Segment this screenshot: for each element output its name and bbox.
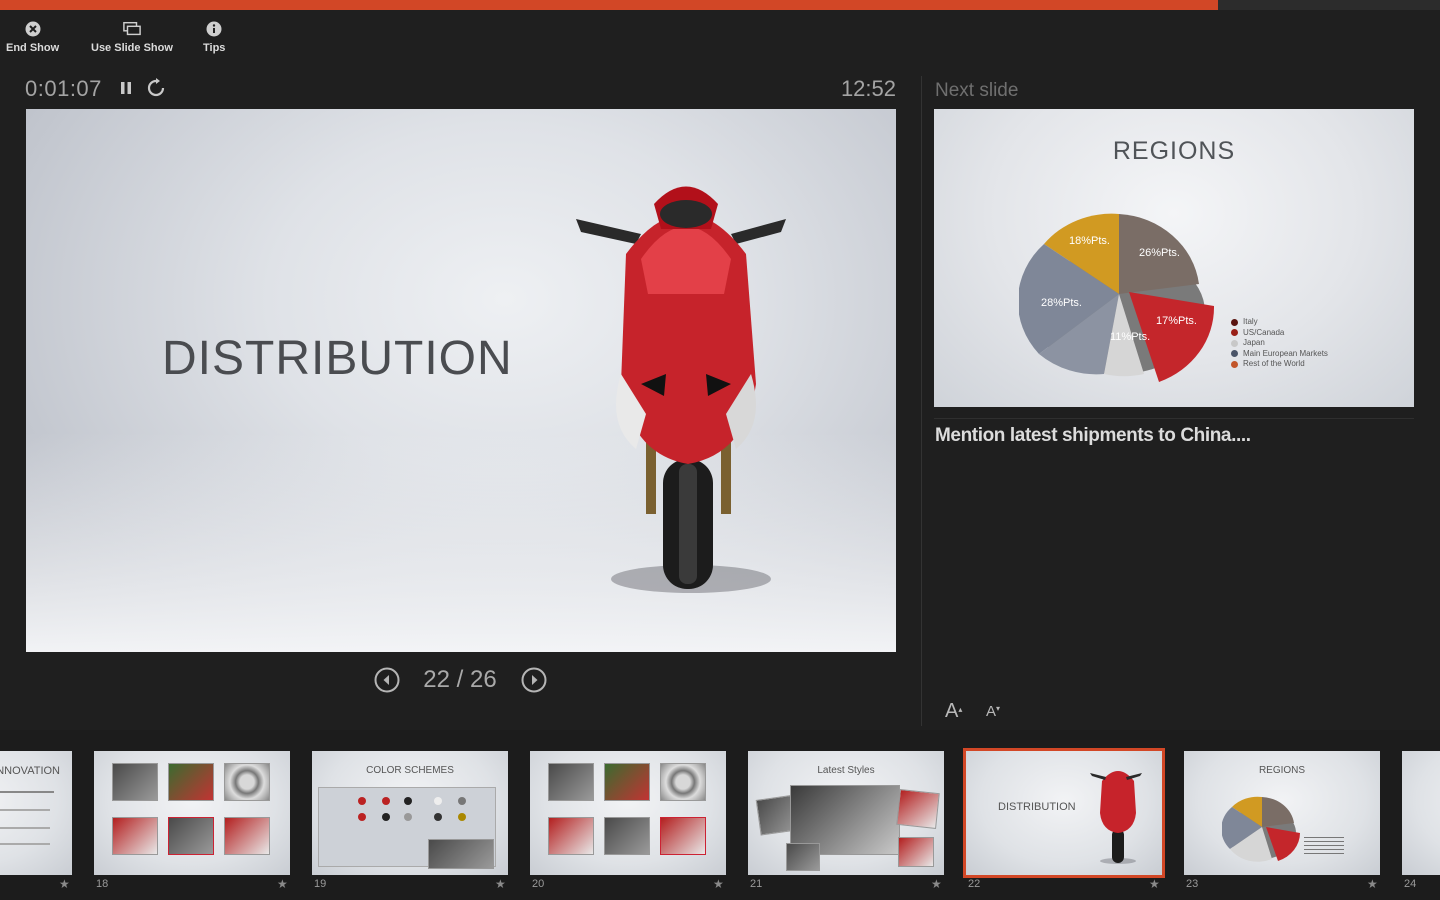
clock-time: 12:52 [840,76,896,101]
legend-item: Japan [1231,338,1328,349]
slide-thumbnail-strip: NNOVATION ★ 18 ★ COLOR SCHEMES 19 ★ 20 ★… [0,730,1440,900]
notes-divider [934,418,1414,419]
legend-swatch [1231,360,1238,368]
regions-pie-chart: 18%Pts. 26%Pts. 28%Pts. 11%Pts. 17%Pts. [1019,213,1215,382]
next-slide-button[interactable] [521,667,547,693]
legend-label: Japan [1243,338,1265,347]
current-slide[interactable]: DISTRIBUTION [26,109,896,652]
thumbnail-number: 21 [750,878,763,890]
caret-down-icon: ▾ [996,704,1001,713]
legend-label: Main European Markets [1243,348,1328,358]
use-slide-show-button[interactable]: Use Slide Show [91,10,173,66]
thumbnail-title: COLOR SCHEMES [366,765,454,776]
speaker-notes: Mention latest shipments to China.... [935,425,1251,446]
end-show-label: End Show [6,42,60,54]
end-show-button[interactable]: End Show [6,10,59,66]
chevron-right-circle-icon [521,667,547,693]
star-icon: ★ [59,877,70,891]
star-icon: ★ [495,877,506,891]
pie-legend: Italy US/Canada Japan Main European Mark… [1231,317,1328,370]
pie-label-3: 28%Pts. [1041,297,1082,309]
star-icon: ★ [713,877,724,891]
thumbnail-number: 22 [968,878,981,890]
slideshow-progress-fill [0,0,1219,10]
thumbnail-title: Latest Styles [817,765,875,776]
motorcycle-image [576,186,786,593]
slide-thumbnail[interactable]: REGIONS [1184,751,1380,875]
legend-item: Italy [1231,317,1328,328]
thumbnail-number: 24 [1404,878,1417,890]
pie-label-2: 26%Pts. [1139,247,1180,259]
slide-thumbnail[interactable] [94,751,290,875]
tips-label: Tips [203,42,226,54]
legend-swatch [1231,329,1238,337]
star-icon: ★ [1149,877,1160,891]
pie-label-4: 11%Pts. [1110,331,1150,343]
slide-thumbnail[interactable]: Latest Styles [748,751,944,875]
info-icon [205,20,223,38]
slide-thumbnail[interactable]: COLOR SCHEMES [312,751,508,875]
thumbnail-number: 19 [314,878,327,890]
close-circle-icon [24,20,42,38]
increase-font-button[interactable]: A▴ [945,700,962,723]
legend-swatch [1231,318,1238,326]
current-slide-title: DISTRIBUTION [162,332,513,385]
next-slide-title: REGIONS [1112,137,1236,165]
pie-label-1: 18%Pts. [1069,235,1110,247]
thumbnail-title: REGIONS [1258,765,1306,776]
display-screens-icon [123,20,141,38]
chevron-left-circle-icon [374,667,400,693]
pause-icon[interactable] [118,80,134,96]
thumbnail-title: DISTRIBUTION [998,801,1076,813]
legend-label: Rest of the World [1243,359,1305,368]
slideshow-progress-track [0,0,1440,10]
slide-thumbnail[interactable] [530,751,726,875]
use-slide-show-label: Use Slide Show [91,42,173,54]
star-icon: ★ [1367,877,1378,891]
panel-divider [921,76,922,726]
slide-thumbnail[interactable] [1402,751,1440,875]
next-slide-label: Next slide [935,80,1019,101]
legend-swatch [1231,339,1238,347]
decrease-font-button[interactable]: A▾ [986,703,1000,720]
slide-thumbnail[interactable]: NNOVATION [0,751,72,875]
legend-swatch [1231,350,1238,358]
thumbnail-number: 18 [96,878,109,890]
legend-item: Main European Markets [1231,349,1328,360]
thumbnail-number: 23 [1186,878,1199,890]
slide-thumbnail-current[interactable]: DISTRIBUTION [963,748,1165,878]
thumbnail-number: 20 [532,878,545,890]
legend-item: Rest of the World [1231,359,1328,370]
star-icon: ★ [277,877,288,891]
reset-timer-icon[interactable] [146,78,166,98]
thumbnail-title: NNOVATION [0,765,60,777]
legend-label: Italy [1243,317,1258,326]
caret-up-icon: ▴ [958,705,963,714]
next-slide-preview[interactable]: REGIONS 18%Pts. 26%Pts. 28%Pts. 11%Pts. … [934,109,1414,407]
legend-item: US/Canada [1231,328,1328,339]
slide-counter: 22 / 26 [423,666,497,693]
previous-slide-button[interactable] [374,667,400,693]
pie-label-5: 17%Pts. [1156,315,1197,327]
legend-label: US/Canada [1243,327,1285,337]
tips-button[interactable]: Tips [203,10,225,66]
elapsed-timer: 0:01:07 [25,76,102,101]
star-icon: ★ [931,877,942,891]
